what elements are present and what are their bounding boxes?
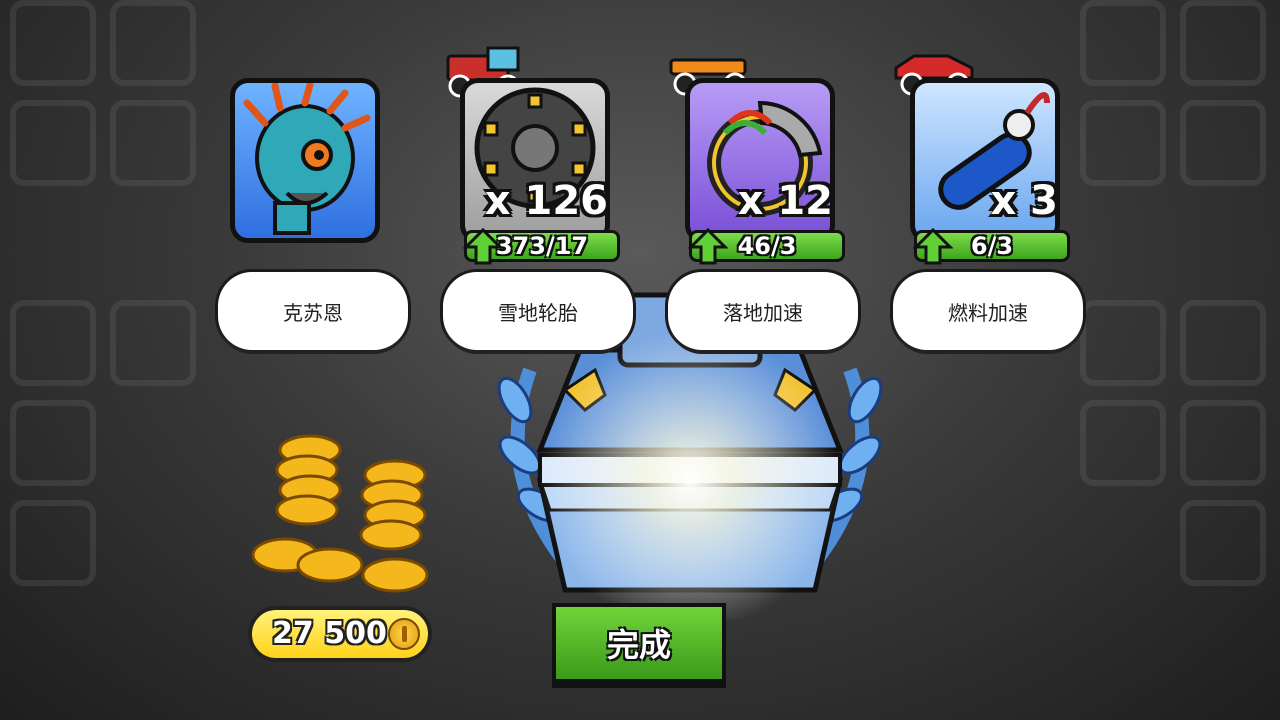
- up-arrow-icon: [463, 227, 503, 265]
- reward-card-character[interactable]: [220, 68, 380, 248]
- upgrade-progress-text: 6/3: [970, 232, 1014, 260]
- done-button[interactable]: 完成: [552, 603, 726, 683]
- upgrade-progress-text: 46/3: [737, 232, 797, 260]
- reward-name-label: 雪地轮胎: [443, 272, 633, 350]
- reward-count: x 12: [737, 178, 833, 224]
- reward-count: x 126: [484, 178, 608, 224]
- coins-amount-badge: 27 500: [248, 606, 432, 662]
- reward-card-snow-tires[interactable]: x 126 373/17: [446, 46, 620, 265]
- monster-portrait-icon: [230, 78, 380, 243]
- upgrade-progress-text: 373/17: [495, 232, 589, 260]
- upgrade-progress-bar: 6/3: [913, 227, 1070, 265]
- reward-card-landing-boost[interactable]: x 12 46/3: [669, 58, 845, 265]
- up-arrow-icon: [913, 227, 953, 265]
- coins-amount: 27 500: [272, 616, 387, 651]
- reward-name-label: 克苏恩: [218, 272, 408, 350]
- reward-card-fuel-boost[interactable]: x 3 6/3: [894, 54, 1070, 265]
- upgrade-progress-bar: 46/3: [688, 227, 845, 265]
- reward-count: x 3: [990, 178, 1058, 224]
- reward-name-label: 燃料加速: [893, 272, 1083, 350]
- reward-name-label: 落地加速: [668, 272, 858, 350]
- coin-pile-icon: [251, 434, 429, 593]
- up-arrow-icon: [688, 227, 728, 265]
- coin-icon: [388, 618, 420, 650]
- upgrade-progress-bar: 373/17: [463, 227, 620, 265]
